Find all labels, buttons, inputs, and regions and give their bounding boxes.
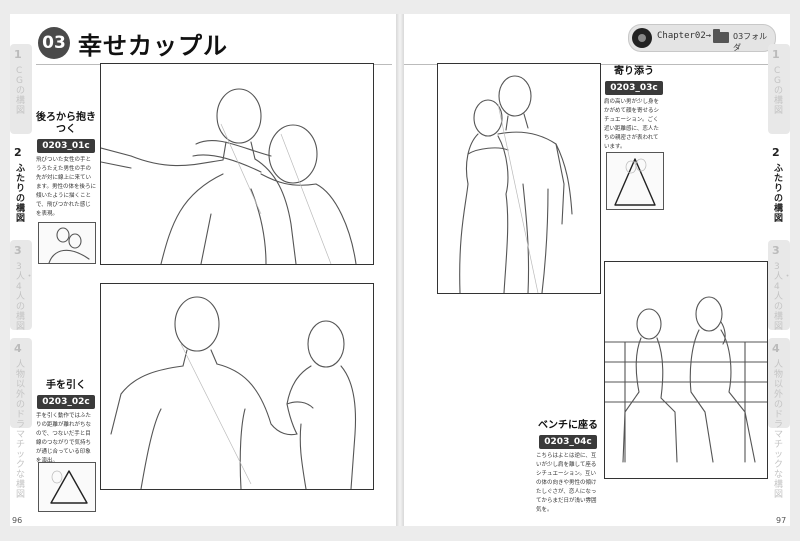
page-title: 幸せカップル [78, 32, 228, 60]
tab-chapter-4-right[interactable]: 4 人物以外のドラマチックな構図 [768, 338, 790, 500]
page-number-right: 97 [776, 516, 787, 525]
tab-chapter-4[interactable]: 4 人物以外のドラマチックな構図 [10, 338, 32, 500]
tab-chapter-3-right[interactable]: 3 3人・4人の構図 [768, 240, 792, 332]
illustration-pull-by-hand [100, 283, 374, 490]
file-code-badge: 0203_01c [37, 139, 95, 153]
tab-chapter-2-right[interactable]: 2 ふたりの構図 [768, 142, 790, 232]
illustration-bench [604, 261, 768, 479]
tab-chapter-1-right[interactable]: 1 CGの構図 [768, 44, 790, 134]
pose-label-01: 後ろから抱きつく 0203_01c 飛びついた女性の手とうろたえた男性の手の先が… [36, 112, 96, 219]
pose-label-04: ベンチに座る 0203_04c こちらはよとは逆に、互いが少し肩を離して座るシチ… [536, 420, 600, 515]
pose-sketch-03 [459, 75, 573, 294]
pose-title: ベンチに座る [538, 420, 598, 431]
folder-icon [713, 29, 729, 43]
tab-chapter-1[interactable]: 1 CGの構図 [10, 44, 32, 134]
pose-description: 飛びついた女性の手とうろたえた男性の手の先が対に線上に来ています。男性の体を後ろ… [36, 157, 96, 217]
pose-sketch-04 [604, 296, 768, 463]
chapter-folder-reference: Chapter02→ 03フォルダ [628, 24, 776, 52]
book-gutter [396, 14, 404, 526]
composition-thumbnail-03 [606, 152, 664, 210]
section-number-badge: 03 [38, 27, 70, 59]
arrow-icon: → [705, 31, 712, 41]
tab-chapter-2[interactable]: 2 ふたりの構図 [10, 142, 32, 232]
illustration-hug-from-behind [100, 63, 374, 265]
disc-icon [632, 28, 652, 48]
file-code-badge: 0203_02c [37, 395, 95, 409]
pose-sketch-02 [110, 296, 356, 490]
pose-description: 手を引く動作ではふたりの距離が離れがちなので、つないだ手と目線のつながりで気持ち… [36, 413, 92, 464]
tab-chapter-3[interactable]: 3 3人・4人の構図 [10, 240, 34, 332]
pose-description: 肩の高い男が少し身をかがめて顔を寄せるシチュエーション。ごく近い距離感に、恋人た… [604, 99, 660, 150]
chapter-ref: Chapter02 [657, 31, 706, 41]
file-code-badge: 0203_04c [539, 435, 597, 449]
illustration-snuggle [437, 63, 601, 294]
page-number-left: 96 [12, 516, 23, 525]
composition-thumbnail-01 [38, 222, 96, 264]
composition-thumbnail-02 [38, 462, 96, 512]
pose-sketch-01 [100, 88, 357, 265]
pose-label-02: 手を引く 0203_02c 手を引く動作ではふたりの距離が離れがちなので、つない… [36, 380, 96, 466]
book-spread: 03 幸せカップル Chapter02→ 03フォルダ 1 CGの構図 2 ふた… [0, 0, 800, 541]
file-code-badge: 0203_03c [605, 81, 663, 95]
pose-label-03: 寄り添う 0203_03c 肩の高い男が少し身をかがめて顔を寄せるシチュエーショ… [604, 66, 664, 152]
pose-title: 後ろから抱きつく [36, 112, 96, 135]
pose-description: こちらはよとは逆に、互いが少し肩を離して座るシチュエーション。互いの体の向きや男… [536, 453, 597, 513]
pose-title: 寄り添う [614, 66, 654, 77]
pose-title: 手を引く [46, 380, 86, 391]
